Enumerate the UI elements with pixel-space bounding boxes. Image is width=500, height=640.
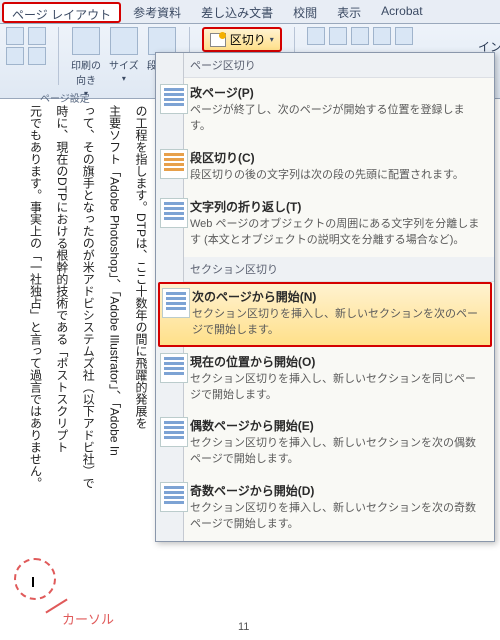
theme-more-icon[interactable] <box>28 47 46 65</box>
continuous-icon <box>160 353 188 383</box>
size-button[interactable]: サイズ ▾ <box>109 27 139 83</box>
cursor-annotation-label: カーソル <box>62 609 114 628</box>
breaks-label: 区切り <box>230 31 266 48</box>
tab-bar: ページ レイアウト 参考資料 差し込み文書 校閲 表示 Acrobat <box>0 0 500 24</box>
menu-section-page-breaks: ページ区切り <box>156 53 494 78</box>
columns-icon <box>148 27 176 55</box>
tab-mailings[interactable]: 差し込み文書 <box>191 0 283 23</box>
tab-view[interactable]: 表示 <box>327 0 371 23</box>
theme-font-icon[interactable] <box>28 27 46 45</box>
menu-section-section-breaks: セクション区切り <box>156 257 494 282</box>
even-page-icon <box>160 417 188 447</box>
page-break-icon <box>160 84 188 114</box>
orientation-icon <box>72 27 100 55</box>
menu-item-odd-page[interactable]: 奇数ページから開始(D)セクション区切りを挿入し、新しいセクションを次の奇数ペー… <box>156 476 494 541</box>
document-body[interactable]: の工程を指します。DTPは、ここ十数年の間に飛躍的発展を 主要ソフト「Adobe… <box>14 105 154 585</box>
ribbon-group-title: ページ設定 <box>40 90 90 105</box>
page-number: 11 <box>238 621 249 633</box>
spacing-icon[interactable] <box>395 27 413 45</box>
theme-colors-icon[interactable] <box>6 27 24 45</box>
odd-page-icon <box>160 482 188 512</box>
menu-item-even-page[interactable]: 偶数ページから開始(E)セクション区切りを挿入し、新しいセクションを次の偶数ペー… <box>156 411 494 476</box>
breaks-menu: ページ区切り 改ページ(P)ページが終了し、次のページが開始する位置を登録します… <box>155 52 495 542</box>
next-page-icon <box>162 288 190 318</box>
page-border-icon[interactable] <box>351 27 369 45</box>
menu-item-continuous[interactable]: 現在の位置から開始(O)セクション区切りを挿入し、新しいセクションを同じページで… <box>156 347 494 412</box>
menu-item-next-page[interactable]: 次のページから開始(N)セクション区切りを挿入し、新しいセクションを次のページで… <box>158 282 492 347</box>
tab-acrobat[interactable]: Acrobat <box>371 0 432 23</box>
theme-effects-icon[interactable] <box>6 47 24 65</box>
indent-icon[interactable] <box>373 27 391 45</box>
themes-group <box>6 27 46 65</box>
page-color-icon[interactable] <box>329 27 347 45</box>
orientation-button[interactable]: 印刷の 向き ▾ <box>71 27 101 98</box>
breaks-icon <box>210 33 226 47</box>
menu-item-column-break[interactable]: 段区切り(C)段区切りの後の文字列は次の段の先頭に配置されます。 <box>156 143 494 192</box>
tab-page-layout[interactable]: ページ レイアウト <box>2 2 121 23</box>
text-wrap-icon <box>160 198 188 228</box>
watermark-icon[interactable] <box>307 27 325 45</box>
menu-item-text-wrap[interactable]: 文字列の折り返し(T)Web ページのオブジェクトの周囲にある文字列を分離します… <box>156 192 494 257</box>
menu-item-page-break[interactable]: 改ページ(P)ページが終了し、次のページが開始する位置を登録します。 <box>156 78 494 143</box>
tab-references[interactable]: 参考資料 <box>123 0 191 23</box>
size-icon <box>110 27 138 55</box>
tab-review[interactable]: 校閲 <box>283 0 327 23</box>
breaks-button[interactable]: 区切り ▾ <box>202 27 282 52</box>
column-break-icon <box>160 149 188 179</box>
chevron-down-icon: ▾ <box>270 35 274 44</box>
